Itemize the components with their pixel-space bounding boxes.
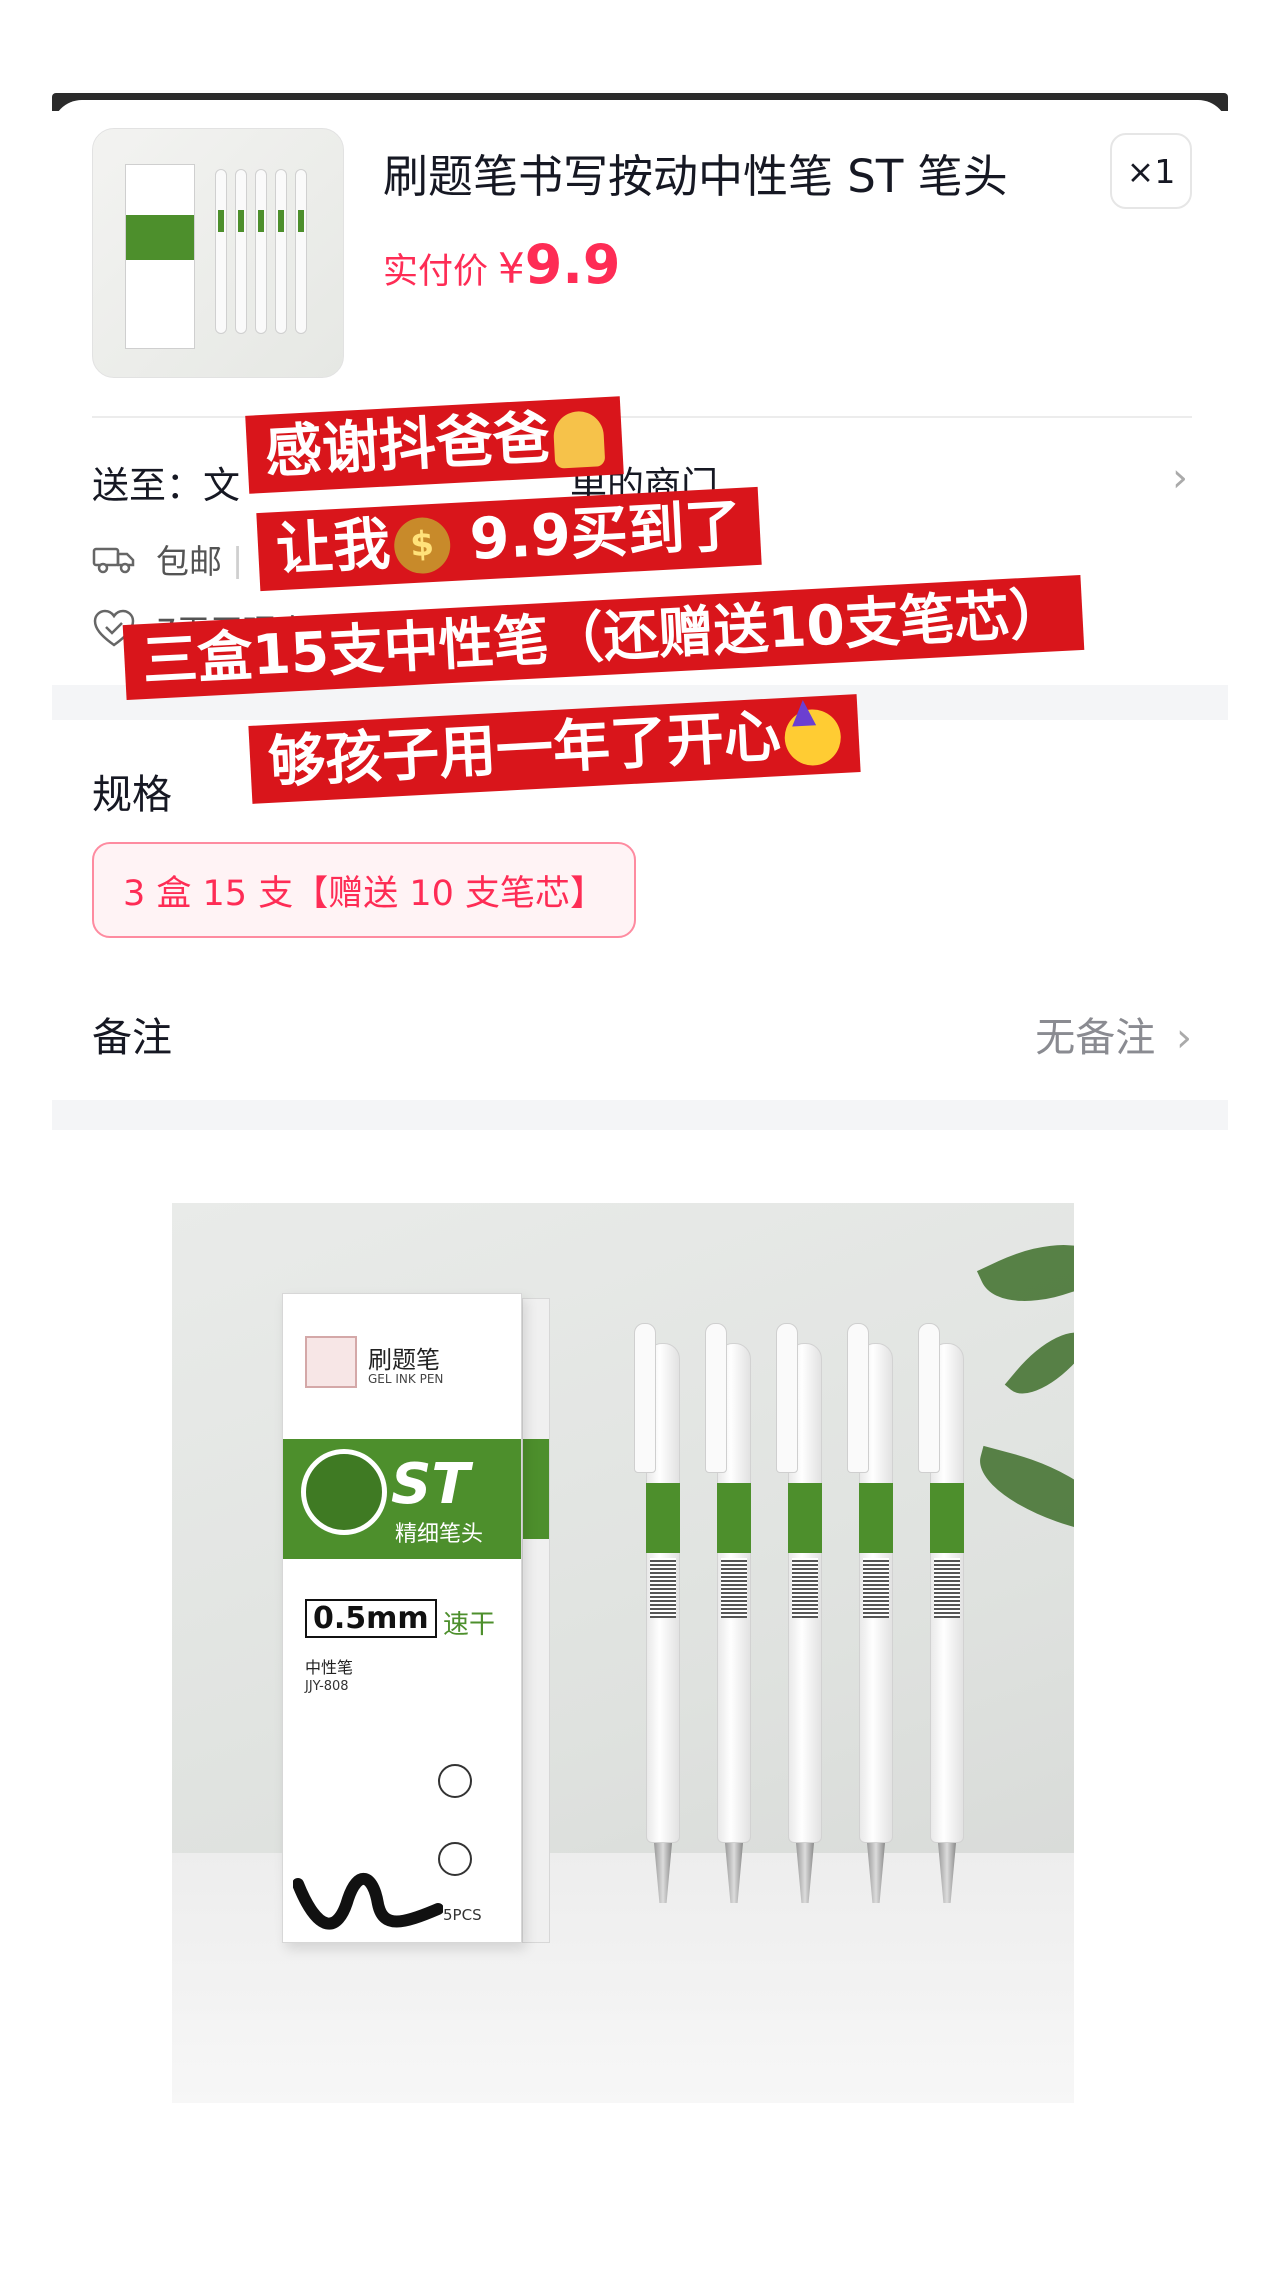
feature-icon: [438, 1764, 472, 1798]
product-thumbnail[interactable]: [92, 128, 344, 378]
party-face-icon: [783, 708, 843, 768]
section-gap: [52, 1100, 1228, 1130]
paid-price: 实付价 ¥ 9.9: [383, 233, 620, 296]
brand-logo: [305, 1336, 357, 1388]
package-type: 中性笔: [305, 1658, 354, 1677]
thumbnail-pen: [215, 169, 227, 334]
package-brand: 刷题笔: [368, 1346, 440, 1374]
spec-option-chip[interactable]: 3 盒 15 支【赠送 10 支笔芯】: [92, 842, 636, 938]
free-shipping-label: 包邮: [156, 542, 222, 581]
ship-to-label: 送至：文: [92, 464, 240, 507]
quantity-badge: ×1: [1110, 133, 1192, 209]
overlay-line-2-prefix: 让我: [274, 511, 392, 584]
product-photo: 刷题笔 GEL INK PEN ST 精细笔头 0.5mm 速干 中性笔 JJY…: [172, 1203, 1074, 2103]
leaf-decoration: [976, 1220, 1074, 1326]
gel-pen: [847, 1323, 897, 1913]
product-title[interactable]: 刷题笔书写按动中性笔 ST 笔头: [383, 140, 1008, 205]
package-st-sub: 精细笔头: [395, 1522, 484, 1547]
gel-pen: [705, 1323, 755, 1913]
gel-pen: [918, 1323, 968, 1913]
note-value: 无备注: [1035, 1015, 1156, 1061]
thumbnail-pen: [235, 169, 247, 334]
thumbnail-pen: [255, 169, 267, 334]
pen-package: 刷题笔 GEL INK PEN ST 精细笔头 0.5mm 速干 中性笔 JJY…: [282, 1293, 522, 1943]
praying-hands-icon: [552, 410, 606, 470]
truck-icon: [92, 547, 135, 574]
price-value: 9.9: [524, 233, 621, 296]
chevron-right-icon[interactable]: ›: [1172, 455, 1188, 501]
package-size: 0.5mm: [305, 1599, 437, 1638]
overlay-line-2-suffix: 9.9买到了: [448, 492, 744, 575]
service-separator: |: [232, 539, 244, 579]
package-pcs: 5PCS: [443, 1906, 482, 1924]
package-side: [522, 1298, 550, 1943]
thumbnail-pen: [275, 169, 287, 334]
pen-tip-icon: [301, 1449, 387, 1535]
spec-label: 规格: [92, 772, 172, 818]
leaf-decoration: [1004, 1315, 1074, 1411]
price-label: 实付价: [383, 252, 489, 292]
gel-pen: [776, 1323, 826, 1913]
package-model: JJY-808: [305, 1679, 349, 1694]
note-value-row[interactable]: 无备注 ›: [1035, 1005, 1192, 1063]
package-fast-dry: 速干: [443, 1610, 496, 1640]
note-label: 备注: [92, 1015, 172, 1061]
thumbnail-pen: [295, 169, 307, 334]
overlay-line-1: 感谢抖爸爸: [263, 405, 552, 486]
package-brand-en: GEL INK PEN: [368, 1372, 444, 1386]
gel-pen: [634, 1323, 684, 1913]
money-bag-icon: [392, 516, 452, 576]
price-currency: ¥: [498, 244, 525, 293]
wave-decoration: [293, 1873, 443, 1930]
package-st: ST: [391, 1452, 470, 1517]
leaf-decoration: [969, 1445, 1074, 1536]
thumbnail-package: [125, 164, 195, 349]
service-row: 包邮 |: [92, 535, 253, 583]
chevron-right-icon: ›: [1176, 1015, 1192, 1061]
feature-icon: [438, 1842, 472, 1876]
